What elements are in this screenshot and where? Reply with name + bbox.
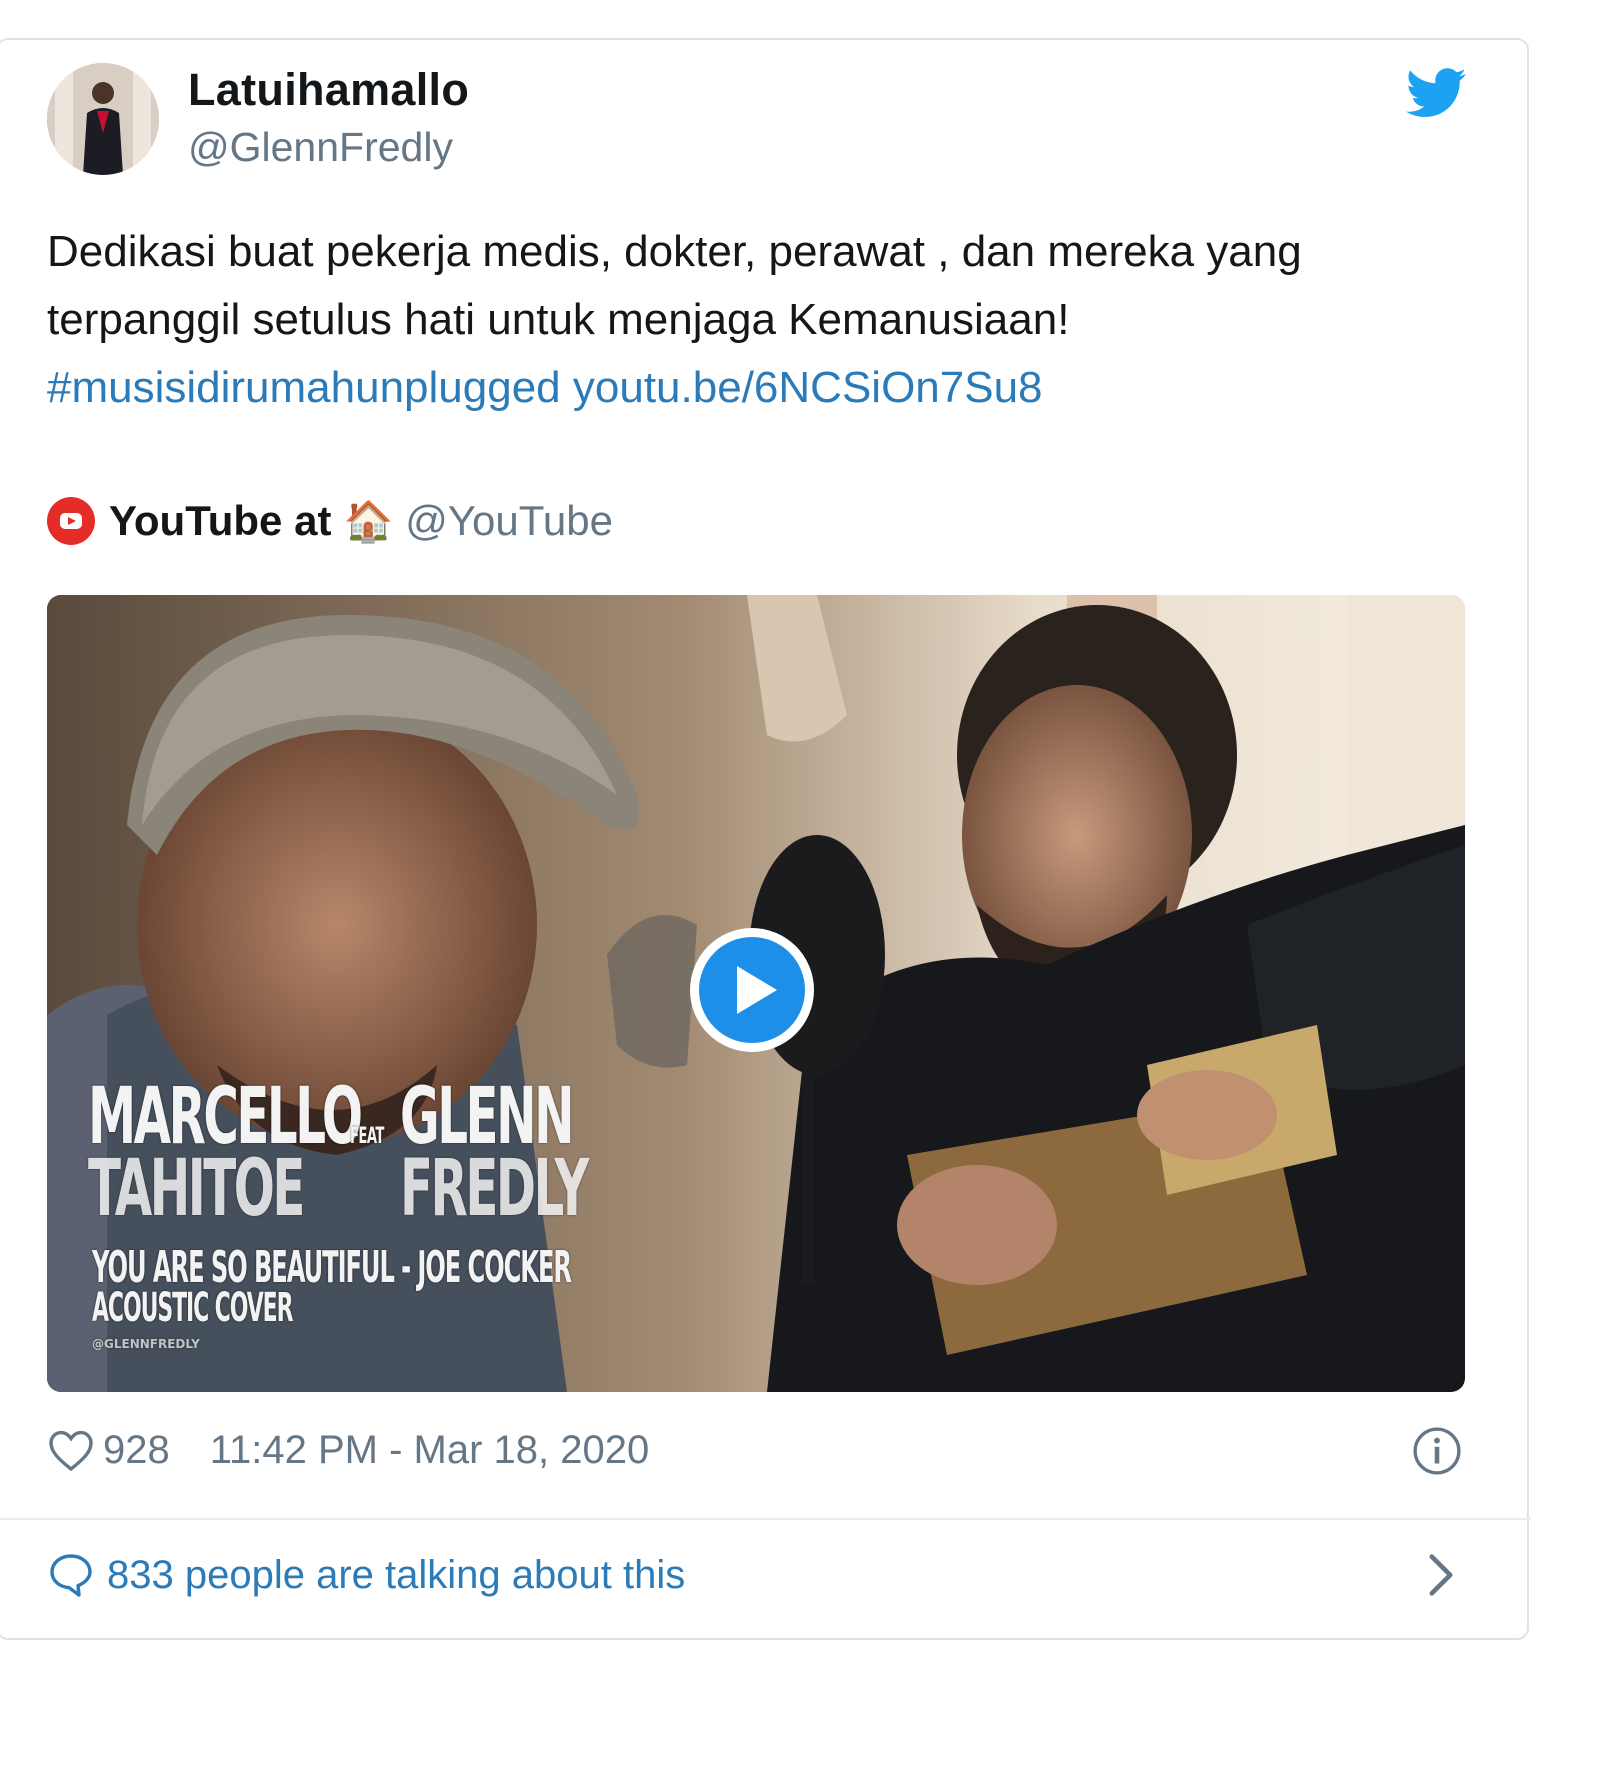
hashtag-link[interactable]: #musisidirumahunplugged xyxy=(47,363,561,412)
overlay-song: YOU ARE SO BEAUTIFUL - JOE COCKER xyxy=(92,1242,572,1293)
tweet-timestamp[interactable]: 11:42 PM - Mar 18, 2020 xyxy=(210,1428,650,1473)
twitter-bird-icon[interactable] xyxy=(1406,67,1466,119)
overlay-feat: FEAT xyxy=(350,1124,384,1149)
tweet-text: Dedikasi buat pekerja medis, dokter, per… xyxy=(47,218,1487,422)
source-name: YouTube at xyxy=(109,497,332,544)
overlay-credit: @GLENNFREDLY xyxy=(92,1337,200,1351)
embedded-source[interactable]: YouTube at 🏠 @YouTube xyxy=(47,495,613,547)
tweet-text-line: #musisidirumahunplugged youtu.be/6NCSiOn… xyxy=(47,354,1487,422)
heart-icon[interactable] xyxy=(47,1428,95,1472)
youtube-icon xyxy=(47,497,95,545)
info-icon[interactable] xyxy=(1412,1426,1462,1476)
author-avatar[interactable] xyxy=(47,63,159,175)
tweet-text-line: Dedikasi buat pekerja medis, dokter, per… xyxy=(47,227,1302,276)
conversation-link[interactable]: 833 people are talking about this xyxy=(47,1545,685,1605)
youtube-url-link[interactable]: youtu.be/6NCSiOn7Su8 xyxy=(573,363,1043,412)
overlay-artist-1-surname: TAHITOE xyxy=(88,1144,305,1234)
overlay-subtitle: ACOUSTIC COVER xyxy=(92,1285,294,1331)
tweet-text-line: terpanggil setulus hati untuk menjaga Ke… xyxy=(47,295,1070,344)
tweet-meta: 928 11:42 PM - Mar 18, 2020 xyxy=(47,1420,649,1480)
overlay-artist-2-surname: FREDLY xyxy=(400,1144,589,1234)
author-display-name[interactable]: Latuihamallo xyxy=(188,64,469,116)
talking-count-label: 833 people are talking about this xyxy=(107,1552,686,1597)
author-handle[interactable]: @GlennFredly xyxy=(188,124,453,171)
house-emoji: 🏠 xyxy=(343,499,394,544)
divider xyxy=(0,1518,1531,1520)
avatar-photo xyxy=(47,63,159,175)
play-icon xyxy=(699,937,805,1043)
source-handle: @YouTube xyxy=(405,497,613,544)
chevron-right-icon[interactable] xyxy=(1424,1552,1458,1598)
video-title-overlay: MARCELLO FEAT GLENN TAHITOE FREDLY YOU A… xyxy=(88,1078,608,1351)
like-count[interactable]: 928 xyxy=(103,1428,170,1473)
speech-bubble-icon xyxy=(50,1554,92,1597)
play-button[interactable] xyxy=(690,928,814,1052)
